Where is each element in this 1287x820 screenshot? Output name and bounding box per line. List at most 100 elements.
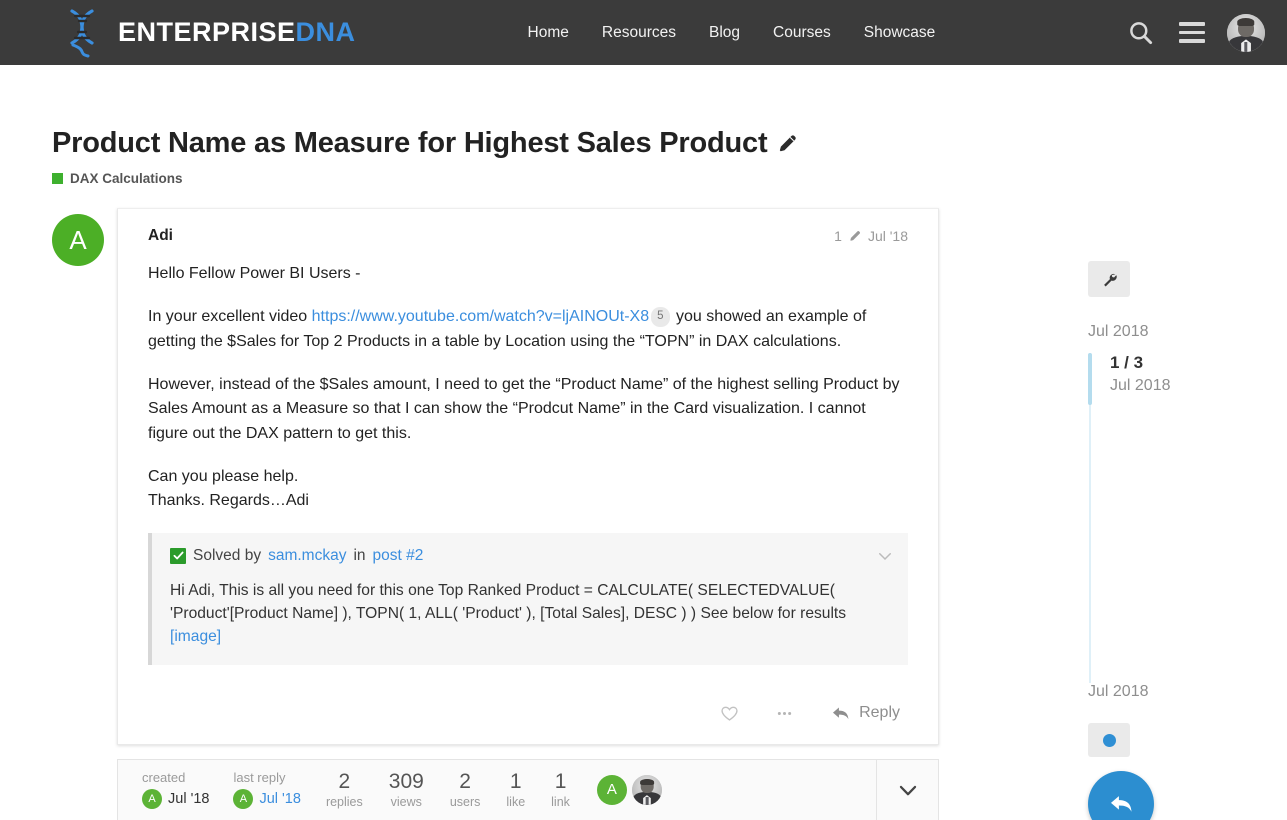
nav-item-blog[interactable]: Blog — [709, 24, 740, 42]
links-count: 1 — [554, 769, 567, 793]
nav-item-courses[interactable]: Courses — [773, 24, 831, 42]
topic-header: Product Name as Measure for Highest Sale… — [0, 65, 1287, 186]
logo-accent-text: DNA — [295, 17, 356, 47]
created-label: created — [142, 770, 186, 786]
accepted-answer-header: Solved by sam.mckay in post #2 — [170, 547, 890, 565]
post-paragraph-2: In your excellent video https://www.yout… — [148, 305, 908, 354]
post-body: Hello Fellow Power BI Users - In your ex… — [148, 262, 908, 514]
topic-title-text: Product Name as Measure for Highest Sale… — [52, 127, 768, 159]
category-name: DAX Calculations — [70, 171, 183, 186]
timeline-start-date: Jul 2018 — [1088, 323, 1149, 340]
link-click-count-badge: 5 — [651, 307, 670, 327]
post-date[interactable]: Jul '18 — [868, 228, 908, 244]
last-reply-label: last reply — [233, 770, 286, 786]
hamburger-menu-button[interactable] — [1175, 16, 1209, 50]
pencil-icon[interactable] — [848, 229, 862, 243]
accepted-post-link[interactable]: post #2 — [373, 547, 424, 565]
wrench-icon — [1103, 273, 1117, 286]
topic-timeline: Jul 2018 1 / 3 Jul 2018 Jul 2018 — [1088, 261, 1268, 820]
stat-users[interactable]: 2 users — [437, 769, 494, 809]
post-paragraph-1: Hello Fellow Power BI Users - — [148, 265, 361, 282]
ellipsis-icon — [777, 711, 792, 715]
topic-page: Product Name as Measure for Highest Sale… — [0, 65, 1287, 820]
post-article: Adi 1 Jul '18 Hello Fellow Power BI User… — [117, 208, 939, 745]
created-date: Jul '18 — [168, 791, 210, 808]
site-logo[interactable]: ENTERPRISEDNA — [60, 8, 356, 58]
post-edit-count: 1 — [834, 228, 842, 244]
logo-primary-text: ENTERPRISE — [118, 17, 296, 47]
views-label: views — [390, 794, 422, 809]
category-link[interactable]: DAX Calculations — [52, 171, 1287, 186]
timeline-end-date: Jul 2018 — [1088, 683, 1149, 700]
accepted-answer-excerpt: Hi Adi, This is all you need for this on… — [170, 579, 890, 649]
stat-views[interactable]: 309 views — [376, 769, 437, 809]
timeline-handle[interactable] — [1088, 353, 1092, 405]
in-label: in — [353, 546, 366, 564]
users-label: users — [449, 794, 481, 809]
likes-count: 1 — [509, 769, 522, 793]
show-more-actions-button[interactable] — [767, 698, 802, 729]
stat-replies[interactable]: 2 replies — [313, 769, 376, 809]
dna-helix-icon — [70, 8, 94, 57]
replies-count: 2 — [338, 769, 351, 793]
check-icon — [170, 547, 186, 564]
timeline-position-date: Jul 2018 — [1110, 377, 1171, 394]
site-header: ENTERPRISEDNA Home Resources Blog Course… — [0, 0, 1287, 65]
reply-arrow-icon — [1110, 796, 1132, 812]
topic-last-reply-segment: last reply A Jul '18 — [221, 770, 312, 810]
post-paragraph-3: However, instead of the $Sales amount, I… — [148, 375, 900, 442]
timeline-position: 1 / 3 — [1110, 353, 1144, 372]
links-label: link — [551, 794, 570, 809]
nav-item-showcase[interactable]: Showcase — [864, 24, 936, 42]
post-paragraph-4b: Thanks. Regards…Adi — [148, 492, 309, 510]
youtube-link[interactable]: https://www.youtube.com/watch?v=ljAINOUt… — [312, 308, 649, 325]
last-reply-date[interactable]: Jul '18 — [259, 791, 300, 807]
category-color-badge — [52, 173, 63, 184]
search-icon — [1129, 22, 1152, 45]
reply-arrow-icon — [833, 707, 849, 719]
views-count: 309 — [388, 769, 424, 793]
accepted-excerpt-text: Hi Adi, This is all you need for this on… — [170, 581, 847, 622]
topic-map-expand-button[interactable] — [876, 759, 938, 820]
post-author-avatar[interactable]: A — [52, 214, 104, 266]
header-actions — [1123, 0, 1265, 65]
blue-dot-icon — [1102, 733, 1116, 747]
topic-notification-button[interactable] — [1088, 723, 1130, 757]
stat-links[interactable]: 1 link — [538, 769, 583, 809]
participant-avatar-letter[interactable]: A — [596, 774, 627, 805]
users-count: 2 — [459, 769, 471, 793]
hamburger-menu-icon — [1179, 22, 1205, 43]
logo-text: ENTERPRISEDNA — [118, 17, 356, 48]
like-button[interactable] — [712, 698, 747, 729]
pencil-icon[interactable] — [776, 132, 799, 155]
nav-item-resources[interactable]: Resources — [602, 24, 676, 42]
topic-map-left: created A Jul '18 last reply A Jul '18 2… — [118, 760, 876, 820]
last-reply-avatar[interactable]: A — [233, 789, 254, 810]
paragraph-2-prefix: In your excellent video — [148, 308, 312, 326]
post-closing-lines: Can you please help. Thanks. Regards…Adi — [148, 465, 908, 514]
post-column: Adi 1 Jul '18 Hello Fellow Power BI User… — [117, 208, 939, 820]
participant-avatar-photo[interactable] — [631, 774, 662, 805]
solver-username-link[interactable]: sam.mckay — [268, 547, 346, 565]
reply-button-label: Reply — [859, 704, 900, 722]
main-navigation: Home Resources Blog Courses Showcase — [528, 24, 936, 42]
nav-item-home[interactable]: Home — [528, 24, 569, 42]
replies-label: replies — [325, 794, 363, 809]
solved-by-label: Solved by — [193, 546, 262, 564]
topic-admin-tools-button[interactable] — [1088, 261, 1130, 297]
page-title: Product Name as Measure for Highest Sale… — [52, 127, 1287, 160]
reply-button[interactable]: Reply — [822, 697, 908, 730]
reply-fab-button[interactable] — [1088, 771, 1154, 820]
image-placeholder-link[interactable]: [image] — [170, 628, 221, 645]
post-action-bar: Reply — [148, 691, 908, 730]
current-user-avatar[interactable] — [1227, 13, 1265, 52]
chevron-down-icon — [899, 785, 916, 796]
stat-likes[interactable]: 1 like — [493, 769, 538, 809]
created-by-avatar[interactable]: A — [142, 789, 162, 810]
likes-label: like — [506, 794, 526, 809]
post-author-name[interactable]: Adi — [148, 227, 173, 245]
accepted-answer-box: Solved by sam.mckay in post #2 Hi Adi, T… — [148, 532, 908, 665]
search-button[interactable] — [1123, 16, 1157, 50]
timeline-scroller[interactable]: 1 / 3 Jul 2018 — [1088, 353, 1268, 683]
chevron-down-icon[interactable] — [876, 547, 894, 565]
